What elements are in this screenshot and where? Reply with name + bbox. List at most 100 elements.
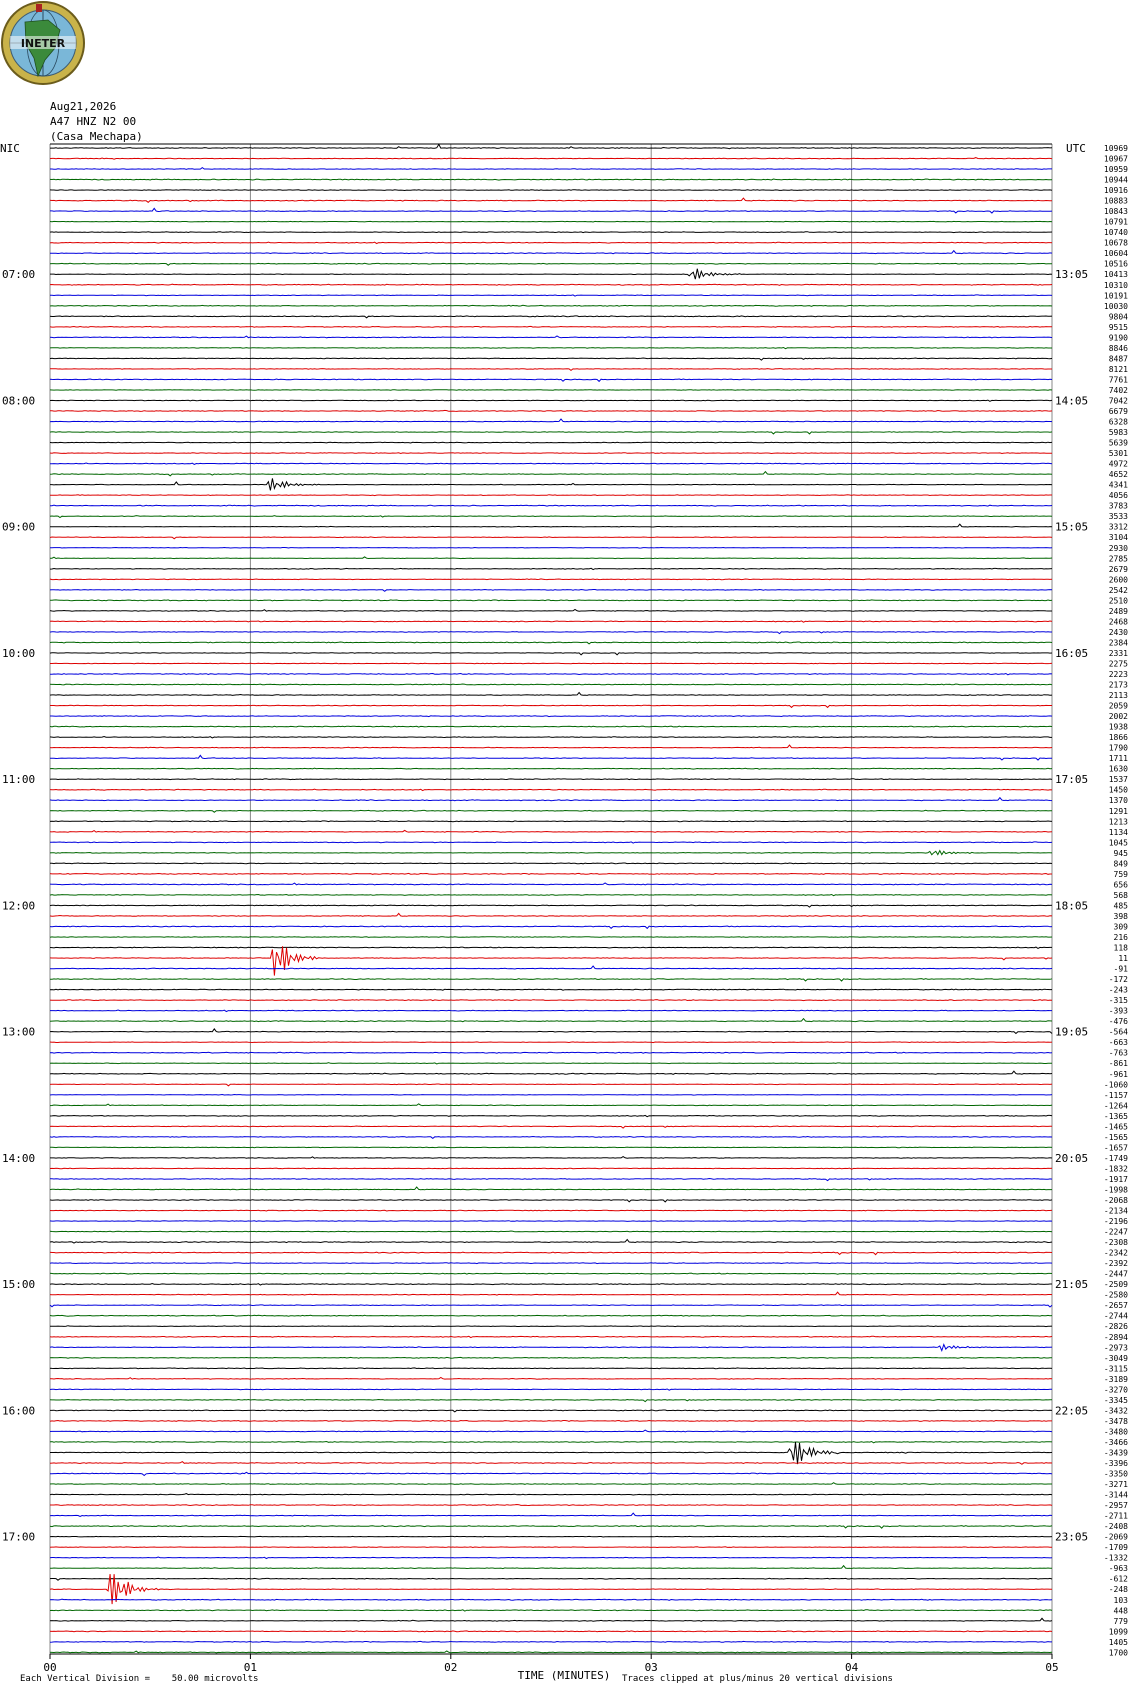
trace-offset-label: 10791: [1104, 218, 1128, 227]
utc-hour-label: 17:05: [1055, 773, 1088, 786]
trace-line: [49, 767, 1053, 770]
trace-line: [50, 268, 1053, 280]
trace-line: [49, 641, 1053, 645]
nic-hour-label: 07:00: [2, 268, 35, 281]
trace-offset-label: 1866: [1109, 733, 1128, 742]
trace-offset-label: 10959: [1104, 165, 1128, 174]
trace-offset-label: 10191: [1104, 291, 1128, 300]
trace-offset-label: 2223: [1109, 670, 1128, 679]
trace-offset-label: 118: [1114, 944, 1129, 953]
trace-offset-label: -663: [1109, 1038, 1128, 1047]
trace-offset-label: 2489: [1109, 607, 1128, 616]
trace-offset-label: 568: [1114, 891, 1129, 900]
clip-note: Traces clipped at plus/minus 20 vertical…: [622, 1674, 893, 1684]
trace-line: [49, 1291, 1053, 1296]
trace-offset-label: -3396: [1104, 1459, 1128, 1468]
utc-hour-label: 21:05: [1055, 1278, 1088, 1291]
trace-line: [49, 1272, 1053, 1275]
trace-offset-label: -3049: [1104, 1354, 1128, 1363]
trace-line: [49, 1356, 1052, 1359]
trace-offset-label: 10916: [1104, 186, 1128, 195]
nic-hour-label: 08:00: [2, 394, 35, 407]
trace-offset-label: -2957: [1104, 1501, 1128, 1510]
utc-hour-label: 19:05: [1055, 1026, 1088, 1039]
trace-line: [50, 1409, 1053, 1413]
trace-line: [49, 220, 1053, 223]
trace-offset-label: 656: [1114, 880, 1129, 889]
utc-hour-label: 13:05: [1055, 268, 1088, 281]
trace-offset-label: -3478: [1104, 1417, 1128, 1426]
trace-offset-label: 4652: [1109, 470, 1128, 479]
trace-line: [49, 904, 1053, 908]
trace-line: [49, 1282, 1052, 1286]
trace-line: [49, 796, 1053, 802]
trace-offset-label: -2068: [1104, 1196, 1128, 1205]
trace-offset-label: -1060: [1104, 1080, 1128, 1089]
trace-offset-label: -2711: [1104, 1512, 1128, 1521]
trace-line: [50, 1503, 1053, 1507]
trace-line: [49, 725, 1053, 728]
trace-line: [49, 325, 1053, 328]
trace-offset-label: 7402: [1109, 386, 1128, 395]
trace-offset-label: -1157: [1104, 1091, 1128, 1100]
trace-offset-label: 3312: [1109, 523, 1128, 532]
trace-offset-label: 1450: [1109, 786, 1128, 795]
trace-offset-label: -2973: [1104, 1343, 1128, 1352]
trace-offset-label: 5639: [1109, 439, 1128, 448]
trace-offset-label: 10969: [1104, 144, 1128, 153]
trace-line: [49, 1482, 1052, 1485]
trace-line: [49, 418, 1053, 423]
trace-offset-label: 10604: [1104, 249, 1128, 258]
trace-line: [49, 588, 1053, 592]
trace-offset-label: 3104: [1109, 533, 1128, 542]
trace-offset-label: -1264: [1104, 1101, 1128, 1110]
trace-offset-label: -861: [1109, 1059, 1128, 1068]
trace-offset-label: -3439: [1104, 1448, 1128, 1457]
trace-line: [50, 841, 1053, 844]
trace-line: [50, 715, 1053, 718]
trace-offset-label: -1657: [1104, 1143, 1128, 1152]
trace-line: [49, 241, 1053, 245]
trace-offset-label: 9190: [1109, 333, 1128, 342]
trace-line: [49, 608, 1052, 612]
trace-line: [49, 1135, 1053, 1140]
trace-offset-label: -961: [1109, 1070, 1128, 1079]
trace-line: [49, 515, 1053, 519]
trace-line: [50, 409, 1053, 412]
trace-line: [49, 346, 1052, 350]
trace-line: [49, 1103, 1053, 1107]
trace-offset-label: -2509: [1104, 1280, 1128, 1289]
trace-offset-label: 9804: [1109, 312, 1128, 321]
trace-line: [50, 294, 1053, 297]
trace-line: [49, 536, 1053, 540]
trace-offset-label: 3783: [1109, 502, 1128, 511]
trace-line: [49, 1471, 1053, 1477]
trace-line: [49, 882, 1053, 886]
trace-offset-label: 4056: [1109, 491, 1128, 500]
trace-line: [49, 1564, 1053, 1570]
trace-line: [49, 936, 1053, 938]
trace-offset-label: 5301: [1109, 449, 1128, 458]
trace-offset-label: 2510: [1109, 596, 1128, 605]
trace-offset-label: 2059: [1109, 702, 1128, 711]
trace-line: [49, 1230, 1053, 1233]
trace-offset-label: 2679: [1109, 565, 1128, 574]
trace-line: [49, 1525, 1053, 1529]
trace-offset-label: -393: [1109, 1007, 1128, 1016]
trace-offset-label: -3115: [1104, 1364, 1128, 1373]
trace-offset-label: 1537: [1109, 775, 1128, 784]
nic-hour-label: 13:00: [2, 1026, 35, 1039]
trace-line: [49, 925, 1053, 930]
nic-hour-label: 17:00: [2, 1531, 35, 1544]
trace-line: [49, 452, 1052, 455]
trace-offset-label: -3345: [1104, 1396, 1128, 1405]
trace-offset-label: 4341: [1109, 481, 1128, 490]
trace-offset-label: 10883: [1104, 197, 1128, 206]
trace-offset-label: -1465: [1104, 1122, 1128, 1131]
trace-offset-label: -3466: [1104, 1438, 1128, 1447]
trace-offset-label: -763: [1109, 1049, 1128, 1058]
trace-line: [49, 1640, 1052, 1643]
trace-offset-label: -612: [1109, 1575, 1128, 1584]
trace-line: [49, 1062, 1052, 1065]
trace-line: [49, 1314, 1053, 1317]
